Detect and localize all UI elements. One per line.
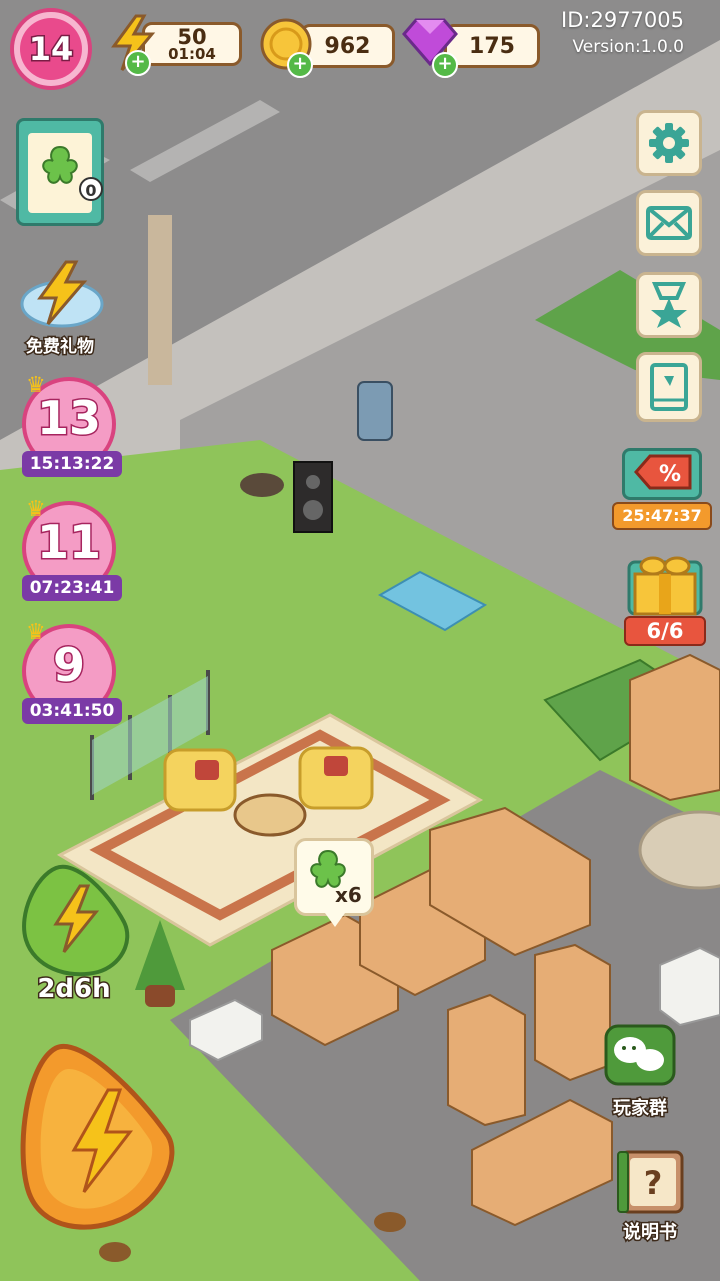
energy-timer: 01:04 — [168, 45, 216, 63]
community-label: 玩家群 — [612, 1097, 669, 1121]
reward-bubble[interactable]: x6 — [294, 838, 374, 927]
main-energy-button[interactable] — [18, 1040, 176, 1236]
free-gift-button[interactable]: 免费礼物 — [10, 258, 110, 362]
level-event-9[interactable]: ♛ 9 03:41:50 — [14, 620, 124, 730]
gem-value: 175 — [469, 33, 515, 59]
mail-button[interactable] — [636, 190, 702, 256]
achievements-button[interactable] — [636, 272, 702, 338]
player-id: ID:2977005 — [561, 8, 684, 32]
task-board-button[interactable]: 0 — [16, 118, 104, 226]
community-button[interactable]: 玩家群 — [598, 1020, 682, 1124]
gift-pack-progress: 6/6 — [624, 616, 706, 646]
reward-count: x6 — [335, 883, 362, 907]
question-book-icon: ? — [617, 1150, 684, 1214]
sale-button[interactable]: % 25:47:37 — [612, 446, 712, 538]
free-gift-label: 免费礼物 — [25, 336, 96, 359]
add-energy-button[interactable]: + — [125, 50, 151, 76]
sale-timer: 25:47:37 — [612, 502, 712, 530]
level-event-number: 13 — [35, 390, 102, 447]
reward-bubble-tail — [325, 913, 345, 927]
energy-boost-button[interactable]: 2d6h — [16, 862, 132, 1012]
level-event-timer: 03:41:50 — [22, 698, 122, 724]
level-event-13[interactable]: ♛ 13 15:13:22 — [14, 373, 124, 483]
level-event-timer: 15:13:22 — [22, 451, 122, 477]
gear-icon — [649, 123, 689, 163]
collection-button[interactable] — [636, 352, 702, 422]
clover-icon — [42, 145, 78, 184]
energy-value: 50 — [177, 25, 207, 49]
manual-label: 说明书 — [622, 1221, 679, 1245]
book-icon — [650, 363, 688, 411]
lightning-gift-icon — [20, 260, 104, 328]
svg-text:?: ? — [644, 1164, 663, 1202]
player-level-value: 14 — [27, 29, 75, 70]
coin-value: 962 — [324, 33, 371, 59]
chat-bubble-icon — [604, 1024, 676, 1086]
level-event-11[interactable]: ♛ 11 07:23:41 — [14, 497, 124, 607]
gift-box-icon — [627, 556, 703, 616]
level-event-number: 11 — [35, 514, 102, 571]
version-label: Version:1.0.0 — [572, 37, 685, 57]
percent-tag-icon: % — [634, 454, 692, 490]
level-event-timer: 07:23:41 — [22, 575, 122, 601]
coin-counter[interactable]: 962 — [300, 24, 395, 68]
svg-text:%: % — [659, 462, 681, 487]
gem-counter[interactable]: 175 — [444, 24, 540, 68]
gift-pack-button[interactable]: 6/6 — [620, 546, 710, 648]
manual-button[interactable]: ? 说明书 — [608, 1146, 692, 1246]
add-coin-button[interactable]: + — [287, 52, 313, 78]
energy-boost-timer: 2d6h — [36, 973, 112, 1006]
star-ribbon-icon — [651, 282, 687, 328]
settings-button[interactable] — [636, 110, 702, 176]
level-event-number: 9 — [51, 637, 86, 694]
lightning-icon — [20, 1043, 175, 1230]
lightning-icon — [22, 864, 130, 977]
task-board-count: 0 — [79, 177, 103, 201]
player-level-badge[interactable]: 14 — [10, 8, 92, 90]
add-gem-button[interactable]: + — [432, 52, 458, 78]
mail-icon — [646, 206, 692, 240]
